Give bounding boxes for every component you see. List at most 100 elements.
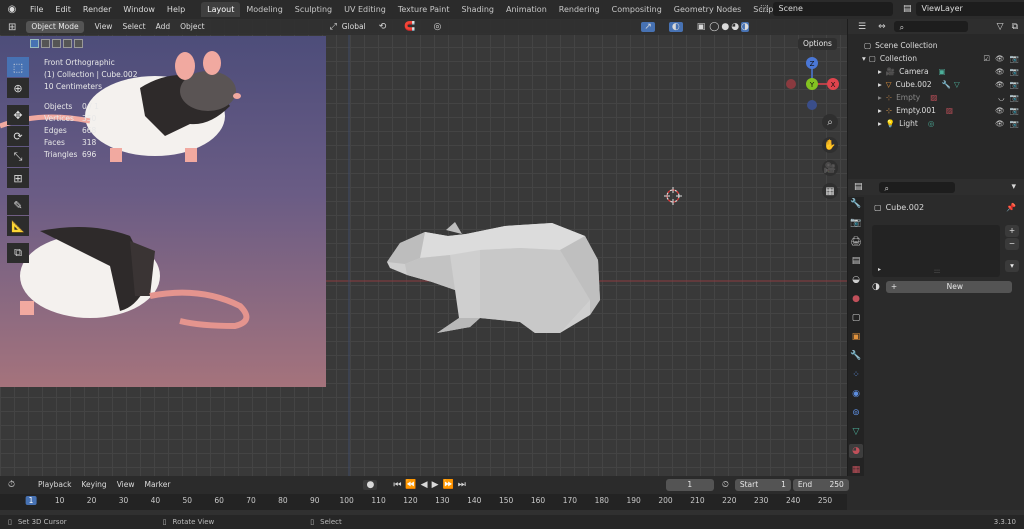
menu-file[interactable]: File: [24, 5, 49, 14]
tab-geometry-nodes[interactable]: Geometry Nodes: [668, 2, 747, 17]
tab-shading[interactable]: Shading: [455, 2, 500, 17]
add-slot-button[interactable]: +: [1005, 225, 1019, 237]
record-icon[interactable]: ●: [363, 480, 378, 490]
render-camera-icon[interactable]: 📷: [1010, 67, 1019, 76]
render-camera-icon[interactable]: 📷: [1010, 106, 1019, 115]
mode-selector[interactable]: Object Mode: [26, 21, 84, 33]
hidden-eye-icon[interactable]: ◡: [998, 93, 1005, 102]
menu-marker[interactable]: Marker: [140, 479, 176, 491]
visibility-eye-icon[interactable]: 👁: [995, 54, 1005, 63]
outliner-item-empty[interactable]: ▸ ⊹ Empty ▨ ◡ 📷: [848, 91, 1024, 104]
menu-help[interactable]: Help: [161, 5, 191, 14]
menu-add[interactable]: Add: [151, 21, 176, 33]
expand-arrow-icon[interactable]: ▸: [878, 119, 882, 128]
scene-selector[interactable]: Scene: [772, 2, 893, 16]
gizmo-toggle-icon[interactable]: ↗: [641, 22, 655, 32]
texture-tab-icon[interactable]: ▦: [849, 463, 863, 477]
scale-tool-icon[interactable]: ⤡: [7, 147, 29, 167]
scene-tab-icon[interactable]: ◒: [849, 273, 863, 287]
move-tool-icon[interactable]: ✥: [7, 105, 29, 125]
output-tab-icon[interactable]: 🖨: [849, 235, 863, 249]
transform-tool-icon[interactable]: ⊞: [7, 168, 29, 188]
expand-arrow-icon[interactable]: ▸: [878, 106, 882, 115]
shading-solid-icon[interactable]: ●: [721, 22, 729, 32]
orientation-selector[interactable]: Global: [337, 21, 371, 33]
outliner-item-cube[interactable]: ▸ ▽ Cube.002 🔧 ▽ 👁 📷: [848, 78, 1024, 91]
render-camera-icon[interactable]: 📷: [1010, 119, 1019, 128]
end-frame-field[interactable]: End 250: [792, 479, 849, 491]
tab-compositing[interactable]: Compositing: [606, 2, 668, 17]
pin-icon[interactable]: 📌: [1006, 203, 1016, 212]
select-invert-icon[interactable]: [63, 39, 72, 48]
editor-type-icon[interactable]: ⊞: [8, 22, 16, 33]
shading-wireframe-icon[interactable]: ◯: [709, 22, 719, 32]
overlay-toggle-icon[interactable]: ◐: [668, 22, 683, 32]
tab-animation[interactable]: Animation: [500, 2, 553, 17]
tab-texture-paint[interactable]: Texture Paint: [392, 2, 456, 17]
perspective-grid-icon[interactable]: ▦: [822, 183, 838, 199]
modifier-tab-icon[interactable]: 🔧: [849, 349, 863, 363]
jump-start-icon[interactable]: ⏮: [393, 480, 401, 490]
add-cube-tool-icon[interactable]: ⧉: [7, 243, 29, 263]
display-mode-icon[interactable]: ⇔: [878, 22, 886, 32]
tab-sculpting[interactable]: Sculpting: [289, 2, 338, 17]
slot-specials-button[interactable]: ▾: [1005, 260, 1019, 272]
render-camera-icon[interactable]: 📷: [1010, 93, 1019, 102]
shading-material-icon[interactable]: ◕: [731, 22, 739, 32]
menu-render[interactable]: Render: [77, 5, 117, 14]
outliner-item-empty-001[interactable]: ▸ ⊹ Empty.001 ▨ 👁 📷: [848, 104, 1024, 117]
menu-timeline-view[interactable]: View: [112, 479, 140, 491]
world-tab-icon[interactable]: ●: [849, 292, 863, 306]
zoom-icon[interactable]: ⌕: [822, 114, 838, 130]
measure-tool-icon[interactable]: 📐: [7, 216, 29, 236]
view-layer-selector[interactable]: ViewLayer: [915, 2, 1024, 16]
camera-view-icon[interactable]: 🎥: [822, 160, 838, 176]
current-frame-field[interactable]: 1: [665, 479, 714, 491]
render-camera-icon[interactable]: 📷: [1010, 80, 1019, 89]
scene-collection-row[interactable]: ▢ Scene Collection: [848, 39, 1024, 52]
timeline-editor-icon[interactable]: ⏱: [8, 480, 15, 490]
filter-icon[interactable]: ▽: [997, 22, 1004, 32]
annotate-tool-icon[interactable]: ✎: [7, 195, 29, 215]
tab-layout[interactable]: Layout: [201, 2, 241, 17]
timeline-ruler[interactable]: 1 10 20 30 40 50 60 70 80 90 100 110 120 130 140 150 160…: [0, 494, 847, 510]
select-box-tool-icon[interactable]: ⬚: [7, 57, 29, 77]
material-browse-icon[interactable]: ◑: [872, 282, 880, 292]
exclude-checkbox[interactable]: ☑: [983, 54, 990, 63]
outliner-item-light[interactable]: ▸ 💡 Light ◎ 👁 📷: [848, 117, 1024, 130]
play-icon[interactable]: ▶: [432, 480, 439, 490]
play-reverse-icon[interactable]: ◀: [421, 480, 428, 490]
new-collection-icon[interactable]: ⧉: [1012, 22, 1018, 32]
select-intersect-icon[interactable]: [74, 39, 83, 48]
pan-hand-icon[interactable]: ✋: [822, 137, 838, 153]
navigation-gizmo[interactable]: Z X Y: [785, 52, 841, 114]
outliner-search-field[interactable]: ⌕: [893, 21, 968, 32]
tab-modeling[interactable]: Modeling: [240, 2, 288, 17]
start-frame-field[interactable]: Start 1: [734, 479, 791, 491]
menu-object[interactable]: Object: [175, 21, 209, 33]
blender-logo-icon[interactable]: ◉: [4, 4, 20, 15]
menu-select[interactable]: Select: [117, 21, 150, 33]
physics-tab-icon[interactable]: ◉: [849, 387, 863, 401]
particles-tab-icon[interactable]: ⁘: [849, 368, 863, 382]
tool-tab-icon[interactable]: 🔧: [849, 197, 863, 211]
collection-tab-icon[interactable]: ▢: [849, 311, 863, 325]
list-expand-icon[interactable]: ▸: [878, 266, 881, 273]
tab-rendering[interactable]: Rendering: [553, 2, 606, 17]
expand-arrow-icon[interactable]: ▸: [878, 80, 882, 89]
select-new-icon[interactable]: [30, 39, 39, 48]
menu-window[interactable]: Window: [117, 5, 161, 14]
pivot-icon[interactable]: ⟲: [379, 22, 387, 32]
expand-arrow-icon[interactable]: ▸: [878, 93, 882, 102]
properties-editor-icon[interactable]: ▤: [854, 182, 863, 192]
outliner-editor-icon[interactable]: ☰: [858, 22, 866, 32]
menu-view[interactable]: View: [90, 21, 118, 33]
expand-arrow-icon[interactable]: ▸: [878, 67, 882, 76]
remove-slot-button[interactable]: −: [1005, 238, 1019, 250]
properties-search-field[interactable]: ⌕: [878, 181, 955, 193]
visibility-eye-icon[interactable]: 👁: [995, 67, 1005, 76]
jump-end-icon[interactable]: ⏭: [458, 480, 466, 490]
snap-icon[interactable]: 🧲: [404, 22, 415, 32]
menu-edit[interactable]: Edit: [49, 5, 77, 14]
options-button[interactable]: Options: [798, 38, 837, 50]
